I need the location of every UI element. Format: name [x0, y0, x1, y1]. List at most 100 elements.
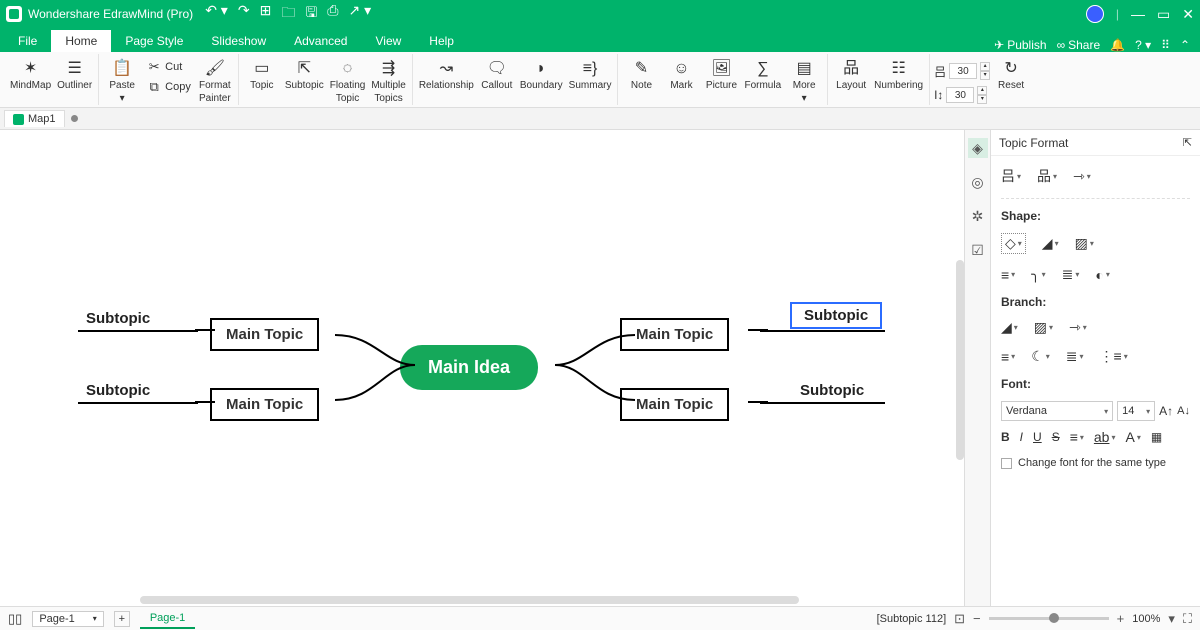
vertical-scrollbar[interactable] [956, 260, 964, 460]
fill-tool[interactable]: ◢▾ [1042, 235, 1059, 252]
task-tool-icon[interactable]: ☑ [968, 240, 988, 260]
menu-advanced[interactable]: Advanced [280, 30, 361, 52]
width-value[interactable]: 30 [949, 63, 977, 79]
mark-button[interactable]: ☺Mark [662, 58, 700, 93]
height-value[interactable]: 30 [946, 87, 974, 103]
paste-button[interactable]: 📋Paste▾ [103, 58, 141, 106]
main-topic-tl[interactable]: Main Topic [210, 318, 319, 351]
branch-line-tool[interactable]: ≡▾ [1001, 349, 1015, 365]
zoom-in-icon[interactable]: + [1117, 611, 1125, 626]
relationship-button[interactable]: ↝Relationship [417, 58, 476, 93]
fit-icon[interactable]: ⊡ [954, 611, 965, 627]
shadow-tool[interactable]: ▨▾ [1075, 235, 1094, 252]
branch-fill-tool[interactable]: ◢▾ [1001, 319, 1018, 336]
font-size-dropdown[interactable]: 14▾ [1117, 401, 1155, 421]
fullscreen-icon[interactable]: ⛶ [1183, 611, 1192, 627]
page-dropdown[interactable]: Page-1▾ [32, 611, 104, 627]
height-up[interactable]: ▴ [977, 86, 987, 95]
formula-button[interactable]: ∑Formula [742, 58, 783, 93]
italic-button[interactable]: I [1020, 430, 1023, 444]
menu-page-style[interactable]: Page Style [111, 30, 197, 52]
publish-button[interactable]: ✈ Publish [994, 38, 1046, 52]
add-page-button[interactable]: + [114, 611, 130, 627]
copy-button[interactable]: ⧉Copy [143, 78, 194, 96]
branch-edit-tool[interactable]: ▨▾ [1034, 319, 1053, 336]
callout-button[interactable]: 🗨Callout [478, 58, 516, 93]
branch-connector-tool[interactable]: ⇾▾ [1069, 319, 1087, 336]
bell-icon[interactable]: 🔔 [1110, 38, 1125, 52]
clear-format-button[interactable]: ▦ [1151, 430, 1162, 444]
shape-style-tool[interactable]: ◇▾ [1001, 233, 1026, 254]
help-icon[interactable]: ? ▾ [1135, 38, 1151, 52]
main-topic-tr[interactable]: Main Topic [620, 318, 729, 351]
floating-topic-button[interactable]: ◌FloatingTopic [328, 58, 368, 106]
outliner-button[interactable]: ☰Outliner [55, 58, 94, 93]
user-avatar[interactable] [1086, 5, 1104, 23]
picture-button[interactable]: 🖼Picture [702, 58, 740, 93]
connector-tool[interactable]: ⇾▾ [1073, 168, 1091, 185]
page-tab[interactable]: Page-1 [140, 609, 195, 629]
layout-tool[interactable]: 吕▾ [1001, 166, 1021, 186]
end-tool[interactable]: ◐▾ [1095, 267, 1109, 283]
menu-file[interactable]: File [4, 30, 51, 52]
format-painter-button[interactable]: 🖌FormatPainter [196, 58, 234, 106]
export-icon[interactable]: ↗ ▾ [348, 2, 371, 26]
main-topic-br[interactable]: Main Topic [620, 388, 729, 421]
minimize-icon[interactable]: — [1131, 6, 1145, 22]
subtopic-br[interactable]: Subtopic [800, 382, 864, 399]
mindmap-button[interactable]: ✶MindMap [8, 58, 53, 93]
summary-button[interactable]: ≡}Summary [567, 58, 614, 93]
pin-icon[interactable]: ⇱ [1183, 136, 1192, 149]
highlight-button[interactable]: ab▾ [1094, 429, 1116, 445]
width-down[interactable]: ▾ [980, 71, 990, 80]
cut-button[interactable]: ✂Cut [143, 58, 185, 76]
numbering-button[interactable]: ☷Numbering [872, 58, 925, 93]
underline-button[interactable]: U [1033, 430, 1042, 444]
width-up[interactable]: ▴ [980, 62, 990, 71]
apps-icon[interactable]: ⠿ [1161, 38, 1170, 52]
font-family-dropdown[interactable]: Verdana▾ [1001, 401, 1113, 421]
clip-tool-icon[interactable]: ✲ [968, 206, 988, 226]
collapse-ribbon-icon[interactable]: ⌃ [1180, 38, 1190, 52]
subtopic-tl[interactable]: Subtopic [86, 310, 150, 327]
close-icon[interactable]: ✕ [1182, 6, 1194, 23]
layout-button[interactable]: 品Layout [832, 58, 870, 93]
branch-more-tool[interactable]: ⋮≡▾ [1100, 348, 1128, 365]
zoom-slider[interactable] [989, 617, 1109, 620]
dash-tool[interactable]: ≣▾ [1062, 266, 1080, 283]
zoom-menu-icon[interactable]: ▾ [1168, 611, 1175, 627]
maximize-icon[interactable]: ▭ [1157, 6, 1170, 23]
share-button[interactable]: ∞ Share [1057, 38, 1101, 52]
boundary-button[interactable]: ◗Boundary [518, 58, 565, 93]
menu-slideshow[interactable]: Slideshow [197, 30, 280, 52]
print-icon[interactable]: ⎙ [327, 2, 338, 26]
horizontal-scrollbar[interactable] [140, 596, 944, 604]
target-tool-icon[interactable]: ◎ [968, 172, 988, 192]
reset-button[interactable]: ↻Reset [992, 58, 1030, 93]
subtopic-button[interactable]: ⇱Subtopic [283, 58, 326, 93]
open-icon[interactable]: 🗀 [281, 2, 295, 26]
redo-icon[interactable]: ↷ [238, 2, 250, 26]
zoom-out-icon[interactable]: − [973, 611, 981, 626]
subtopic-tr-selected[interactable]: Subtopic [790, 302, 882, 329]
increase-font-icon[interactable]: A↑ [1159, 404, 1173, 418]
menu-view[interactable]: View [361, 30, 415, 52]
outline-view-icon[interactable]: ▯▯ [8, 611, 22, 627]
align-button[interactable]: ≡▾ [1070, 429, 1084, 445]
same-type-checkbox[interactable]: Change font for the same type [1001, 457, 1190, 469]
branch-dash-tool[interactable]: ≣▾ [1066, 348, 1084, 365]
canvas[interactable]: Main Idea Main Topic Main Topic Main Top… [0, 130, 964, 606]
decrease-font-icon[interactable]: A↓ [1177, 405, 1190, 417]
central-topic[interactable]: Main Idea [400, 345, 538, 390]
tree-tool[interactable]: 品▾ [1037, 166, 1057, 186]
undo-icon[interactable]: ↶ ▾ [205, 2, 228, 26]
menu-help[interactable]: Help [415, 30, 468, 52]
new-icon[interactable]: ⊞ [260, 2, 272, 26]
strike-button[interactable]: S [1052, 430, 1060, 444]
font-color-button[interactable]: A▾ [1125, 429, 1140, 445]
main-topic-bl[interactable]: Main Topic [210, 388, 319, 421]
multiple-topics-button[interactable]: ⇶MultipleTopics [369, 58, 407, 106]
branch-curve-tool[interactable]: ☾▾ [1031, 348, 1050, 365]
format-tool-icon[interactable]: ◈ [968, 138, 988, 158]
note-button[interactable]: ✎Note [622, 58, 660, 93]
